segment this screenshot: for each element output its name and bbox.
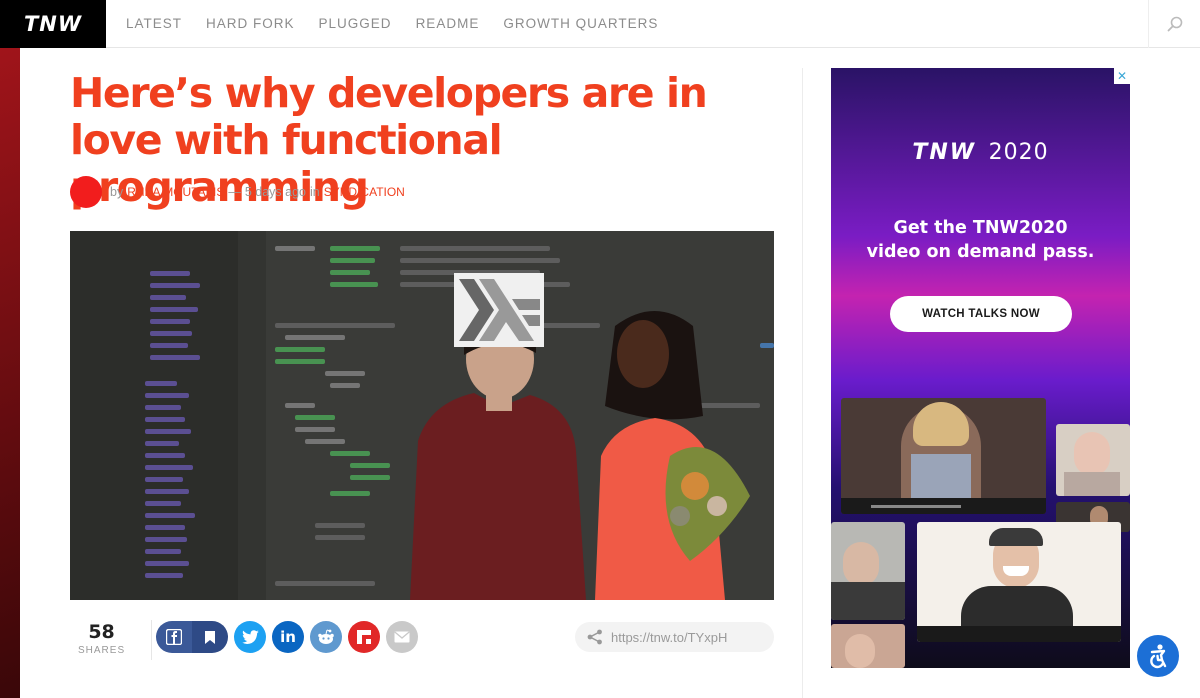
ad-close-button[interactable]: ✕	[1114, 68, 1130, 84]
haskell-logo	[454, 273, 544, 347]
author-avatar[interactable]	[70, 176, 102, 208]
article-page: Here’s why developers are in love with f…	[20, 48, 1200, 698]
share-buttons: in	[156, 621, 424, 653]
column-divider	[802, 68, 803, 698]
facebook-share-group	[156, 621, 228, 653]
bookmark-icon	[205, 630, 215, 644]
hero-line-numbers	[238, 231, 266, 600]
ad-video-speaker-main	[841, 398, 1046, 514]
search-icon	[1167, 16, 1182, 32]
facebook-share-button[interactable]	[156, 621, 192, 653]
ad-headline: Get the TNW2020 video on demand pass.	[866, 218, 1095, 262]
nav-link-growth-quarters[interactable]: GROWTH QUARTERS	[503, 16, 658, 31]
hero-image	[70, 231, 774, 600]
short-url-text: https://tnw.to/TYxpH	[611, 629, 728, 645]
flipboard-icon	[357, 630, 371, 644]
haskell-icon	[459, 279, 540, 341]
byline-by: by	[110, 185, 124, 199]
ad-video-speaker-left	[831, 522, 905, 620]
byline-dash: —	[228, 185, 241, 199]
linkedin-share-button[interactable]: in	[272, 621, 304, 653]
sidebar-ad[interactable]: ✕ TNW 2020 Get the TNW2020 video on dema…	[831, 68, 1130, 668]
nav-links: LATEST HARD FORK PLUGGED README GROWTH Q…	[126, 16, 682, 31]
flipboard-share-button[interactable]	[348, 621, 380, 653]
email-share-button[interactable]	[386, 621, 418, 653]
share-separator	[151, 620, 152, 660]
nav-link-hard-fork[interactable]: HARD FORK	[206, 16, 295, 31]
byline-in: in	[310, 185, 320, 199]
reddit-share-button[interactable]	[310, 621, 342, 653]
facebook-icon	[166, 629, 182, 645]
search-button[interactable]	[1148, 0, 1200, 48]
tnw-logo[interactable]: TNW	[0, 0, 106, 48]
accessibility-button[interactable]	[1135, 633, 1181, 679]
author-link[interactable]: RHEA MOUTAFIS	[127, 185, 224, 199]
watch-talks-button[interactable]: WATCH TALKS NOW	[890, 296, 1072, 332]
article-byline: by RHEA MOUTAFIS — 5 days ago in SYNDICA…	[70, 176, 409, 208]
share-count-number: 58	[88, 621, 115, 643]
reddit-icon	[318, 629, 334, 644]
short-url-field[interactable]: https://tnw.to/TYxpH	[575, 622, 774, 652]
ad-video-speaker-center	[917, 522, 1121, 642]
share-count: 58 SHARES	[78, 621, 125, 656]
accessibility-icon	[1150, 644, 1167, 669]
nav-link-readme[interactable]: README	[416, 16, 480, 31]
bookmark-button[interactable]	[192, 621, 228, 653]
nav-link-latest[interactable]: LATEST	[126, 16, 182, 31]
nav-link-plugged[interactable]: PLUGGED	[319, 16, 392, 31]
twitter-icon	[241, 630, 259, 644]
twitter-share-button[interactable]	[234, 621, 266, 653]
ad-video-speaker-bottom-left	[831, 624, 905, 668]
category-link[interactable]: SYNDICATION	[324, 185, 405, 199]
hero-person-man	[410, 319, 586, 600]
byline-time: 5 days ago	[244, 185, 306, 199]
top-nav: TNW LATEST HARD FORK PLUGGED README GROW…	[0, 0, 1200, 48]
hero-person-woman	[595, 311, 750, 600]
linkedin-icon: in	[280, 628, 296, 646]
email-icon	[394, 631, 410, 643]
share-count-label: SHARES	[78, 645, 126, 656]
share-link-icon	[587, 629, 602, 645]
ad-video-speaker-right-top	[1056, 424, 1130, 496]
ad-logo: TNW 2020	[912, 140, 1049, 165]
